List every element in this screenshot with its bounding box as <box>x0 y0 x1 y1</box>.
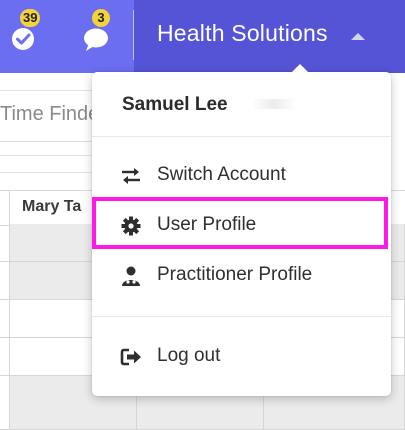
menu-separator <box>92 316 391 317</box>
chat-bubble-icon <box>84 28 108 51</box>
check-circle-icon <box>12 28 34 50</box>
practitioner-profile-label: Practitioner Profile <box>157 264 313 285</box>
messages-count-badge: 3 <box>92 9 110 27</box>
highlight-annotation <box>92 197 388 249</box>
sign-out-icon <box>120 348 141 366</box>
time-finder-search-placeholder[interactable]: Time Finde <box>0 103 99 126</box>
grid-cell <box>0 224 10 262</box>
switch-arrows-icon <box>122 168 140 184</box>
menu-separator <box>92 136 391 137</box>
tasks-count-badge: 39 <box>20 9 41 27</box>
top-navigation-bar: 39 3 Health Solutions <box>0 0 405 73</box>
grid-cell <box>0 262 10 300</box>
switch-account-label: Switch Account <box>157 164 286 185</box>
log-out-item[interactable]: Log out <box>92 334 391 380</box>
practitioner-column-header[interactable]: Mary Ta <box>22 198 81 216</box>
messages-button[interactable] <box>82 26 112 54</box>
grid-cell <box>0 376 10 430</box>
grid-cell <box>0 338 10 376</box>
current-user-name: Samuel Lee <box>122 94 228 115</box>
user-medical-icon <box>122 266 140 286</box>
practitioner-profile-item[interactable]: Practitioner Profile <box>92 253 391 299</box>
log-out-label: Log out <box>157 345 221 366</box>
switch-account-item[interactable]: Switch Account <box>92 153 391 199</box>
dropdown-pointer <box>292 64 308 72</box>
organization-name[interactable]: Health Solutions <box>157 20 328 47</box>
tasks-button[interactable] <box>10 25 38 53</box>
caret-up-icon[interactable] <box>351 33 365 40</box>
grid-cell <box>0 300 10 338</box>
redacted-text <box>252 99 296 109</box>
